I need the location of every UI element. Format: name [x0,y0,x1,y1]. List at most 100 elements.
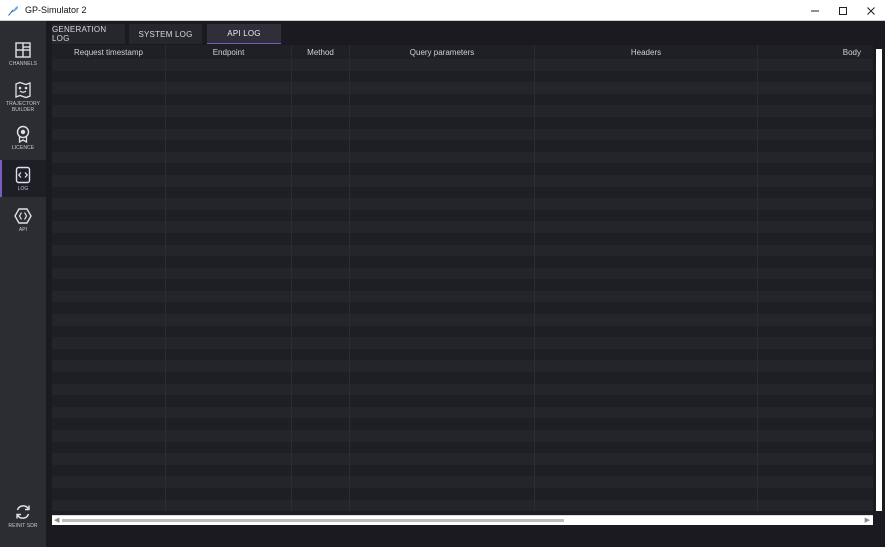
table-cell [292,418,350,430]
table-row [52,337,873,349]
table-cell [758,94,873,106]
table-cell [758,442,873,454]
table-cell [52,128,166,141]
horizontal-scrollbar-thumb[interactable] [62,519,564,522]
sidebar-item-channels[interactable]: CHANNELS [0,37,46,73]
table-cell [52,82,166,94]
table-cell [535,244,758,257]
window-titlebar: GP-Simulator 2 [0,0,885,21]
table-cell [166,59,292,71]
column-header-label: Endpoint [212,47,245,57]
table-cell [758,117,873,129]
table-cell [535,267,758,280]
minimize-button[interactable] [801,0,829,21]
table-cell [52,174,166,187]
table-cell [52,453,166,465]
scroll-left-icon[interactable]: ◀ [54,517,59,525]
table-cell [292,70,350,83]
maximize-button[interactable] [829,0,857,21]
table-cell [350,360,535,373]
table-cell [535,256,758,268]
table-row [52,256,873,268]
table-cell [758,326,873,338]
table-cell [52,487,166,500]
table-cell [52,337,166,349]
table-cell [535,348,758,361]
table-cell [292,348,350,361]
table-cell [166,453,292,465]
table-row [52,105,873,117]
table-cell [292,360,350,373]
sidebar-item-licence[interactable]: LICENCE [0,121,46,155]
tab-generation-log[interactable]: GENERATION LOG [52,24,125,44]
table-cell [758,105,873,117]
table-cell [166,140,292,152]
table-cell [758,500,873,512]
table-cell [52,314,166,326]
table-cell [166,70,292,83]
sidebar: CHANNELS TRAJECTORY BUILDER LICENCE LOG [0,21,46,547]
maximize-icon [839,6,847,15]
table-cell [350,406,535,419]
table-cell [52,232,166,245]
log-tabbar: GENERATION LOG SYSTEM LOG API LOG [46,21,885,45]
table-cell [535,198,758,210]
table-cell [535,383,758,396]
vertical-scrollbar[interactable] [873,45,885,515]
table-cell [52,302,166,315]
table-row [52,302,873,315]
column-header-body[interactable]: Body [758,45,873,59]
table-cell [166,82,292,94]
tab-label: GENERATION LOG [52,25,107,43]
table-cell [292,209,350,222]
table-cell [52,267,166,280]
api-log-table: Request timestamp Endpoint Method Query … [52,45,873,515]
horizontal-scrollbar[interactable]: ◀ ▶ [52,515,873,525]
table-cell [166,163,292,175]
table-cell [292,314,350,326]
table-cell [535,232,758,245]
table-cell [52,360,166,373]
table-cell [166,314,292,326]
table-cell [52,499,166,512]
table-cell [350,128,535,141]
table-body [52,59,873,512]
reinit-sdr-button[interactable]: REINIT SDR [0,499,46,533]
table-cell [535,372,758,384]
sidebar-item-api[interactable]: API [0,203,46,237]
table-cell [52,105,166,117]
table-row [52,140,873,152]
column-header-request-timestamp[interactable]: Request timestamp [52,45,166,59]
table-cell [758,163,873,175]
vertical-scrollbar-track[interactable] [876,49,882,511]
table-cell [350,372,535,384]
table-cell [166,256,292,268]
table-cell [350,314,535,326]
table-row [52,290,873,303]
table-row [52,499,873,512]
column-header-headers[interactable]: Headers [535,45,758,59]
window-controls [801,0,885,21]
column-header-endpoint[interactable]: Endpoint [166,45,292,59]
table-cell [292,174,350,187]
column-header-method[interactable]: Method [292,45,350,59]
table-cell [166,406,292,419]
table-cell [535,337,758,349]
tab-system-log[interactable]: SYSTEM LOG [129,24,202,44]
table-row [52,406,873,419]
column-header-label: Headers [630,47,662,57]
tab-api-log[interactable]: API LOG [207,24,281,44]
scroll-right-icon[interactable]: ▶ [865,517,870,525]
table-row [52,174,873,187]
sidebar-item-log[interactable]: LOG [0,160,46,197]
column-header-query-parameters[interactable]: Query parameters [350,45,535,59]
table-cell [292,464,350,477]
table-cell [535,476,758,488]
table-cell [758,465,873,477]
table-cell [52,395,166,407]
sidebar-item-trajectory-builder[interactable]: TRAJECTORY BUILDER [0,77,46,119]
table-cell [350,59,535,71]
close-button[interactable] [857,0,885,21]
table-cell [292,499,350,512]
table-cell [758,337,873,349]
